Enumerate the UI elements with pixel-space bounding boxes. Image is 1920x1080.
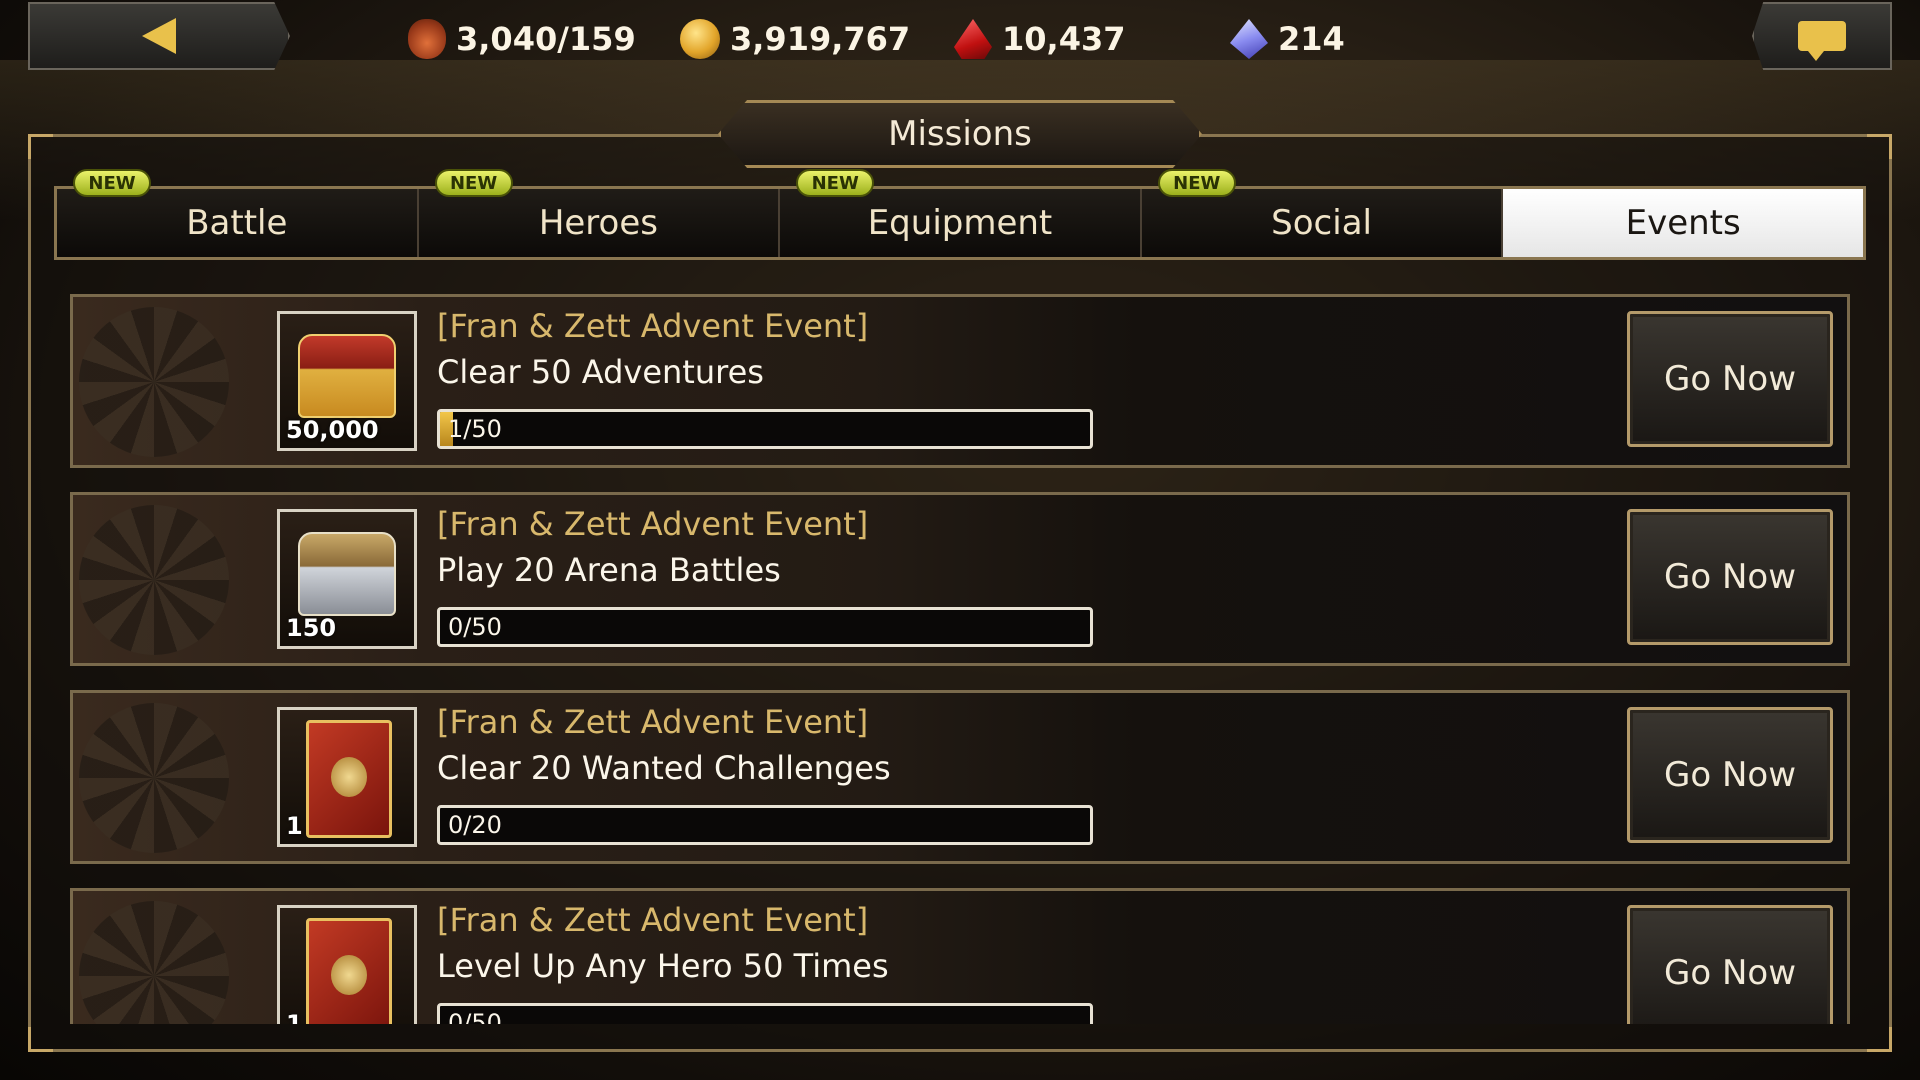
progress-text: 0/50 [448,1009,502,1024]
tab-label: Equipment [867,203,1053,243]
tab-social[interactable]: NEW Social [1141,169,1504,257]
mission-progress-bar: 1/50 [437,409,1093,449]
tab-label: Social [1271,203,1372,243]
reward-slot[interactable]: 1 [277,905,417,1024]
gold-coin-icon [680,19,720,59]
mission-event-title: [Fran & Zett Advent Event] [437,703,869,741]
dartboard-decoration [79,901,229,1024]
chat-bubble-icon [1798,21,1846,61]
mission-description: Play 20 Arena Battles [437,551,781,589]
resource-ruby[interactable]: 10,437 [954,14,1125,64]
tab-battle[interactable]: NEW Battle [57,169,419,257]
stamina-value: 3,040/159 [456,20,636,58]
dartboard-decoration [79,307,229,457]
page-title-text: Missions [888,114,1032,154]
dartboard-decoration [79,505,229,655]
red-book-icon [306,918,392,1024]
gold-chest-icon [298,334,396,418]
new-badge: NEW [796,169,875,197]
mission-event-title: [Fran & Zett Advent Event] [437,901,869,939]
mission-tabs: NEW Battle NEW Heroes NEW Equipment NEW … [54,169,1866,260]
mission-row: 1 [Fran & Zett Advent Event] Level Up An… [70,888,1850,1024]
progress-text: 0/20 [448,811,502,839]
red-book-icon [306,720,392,838]
reward-quantity: 1 [286,812,303,840]
frame-corner-ornament [1867,1027,1892,1052]
mission-progress-bar: 0/50 [437,607,1093,647]
mission-row: 150 [Fran & Zett Advent Event] Play 20 A… [70,492,1850,666]
ruby-icon [954,19,992,59]
tab-equipment[interactable]: NEW Equipment [780,169,1142,257]
reward-slot[interactable]: 50,000 [277,311,417,451]
mission-description: Level Up Any Hero 50 Times [437,947,889,985]
resource-crystal[interactable]: 214 [1230,14,1345,64]
new-badge: NEW [73,169,151,197]
top-bar: 3,040/159 3,919,767 10,437 214 [0,0,1920,78]
frame-corner-ornament [28,134,53,159]
stamina-pouch-icon [408,19,446,59]
mission-event-title: [Fran & Zett Advent Event] [437,505,869,543]
tab-events[interactable]: Events [1503,189,1863,257]
reward-slot[interactable]: 150 [277,509,417,649]
crystal-value: 214 [1278,20,1345,58]
go-now-button[interactable]: Go Now [1627,905,1833,1024]
mission-event-title: [Fran & Zett Advent Event] [437,307,869,345]
reward-quantity: 150 [286,614,337,642]
back-arrow-icon [142,18,176,54]
resource-stamina[interactable]: 3,040/159 [408,14,636,64]
ruby-value: 10,437 [1002,20,1126,58]
reward-quantity: 1 [286,1010,303,1024]
go-now-button[interactable]: Go Now [1627,509,1833,645]
tab-label: Events [1625,203,1741,243]
reward-quantity: 50,000 [286,416,379,444]
tab-heroes[interactable]: NEW Heroes [418,169,781,257]
go-now-button[interactable]: Go Now [1627,707,1833,843]
back-button[interactable] [28,2,290,70]
mission-description: Clear 50 Adventures [437,353,764,391]
frame-corner-ornament [1867,134,1892,159]
crystal-gem-icon [1230,19,1268,59]
reward-slot[interactable]: 1 [277,707,417,847]
chat-button[interactable] [1752,2,1892,70]
tab-label: Heroes [538,203,658,243]
progress-text: 0/50 [448,613,502,641]
mission-progress-bar: 0/50 [437,1003,1093,1024]
progress-text: 1/50 [448,415,502,443]
go-now-button[interactable]: Go Now [1627,311,1833,447]
new-badge: NEW [1157,169,1236,197]
mission-description: Clear 20 Wanted Challenges [437,749,891,787]
resource-gold[interactable]: 3,919,767 [680,14,910,64]
mission-list[interactable]: 50,000 [Fran & Zett Advent Event] Clear … [70,294,1850,1024]
frame-corner-ornament [28,1027,53,1052]
mission-progress-bar: 0/20 [437,805,1093,845]
silver-chest-icon [298,532,396,616]
new-badge: NEW [434,169,513,197]
mission-row: 1 [Fran & Zett Advent Event] Clear 20 Wa… [70,690,1850,864]
dartboard-decoration [79,703,229,853]
tab-label: Battle [186,203,288,243]
page-title: Missions [718,100,1202,168]
mission-row: 50,000 [Fran & Zett Advent Event] Clear … [70,294,1850,468]
gold-value: 3,919,767 [730,20,911,58]
